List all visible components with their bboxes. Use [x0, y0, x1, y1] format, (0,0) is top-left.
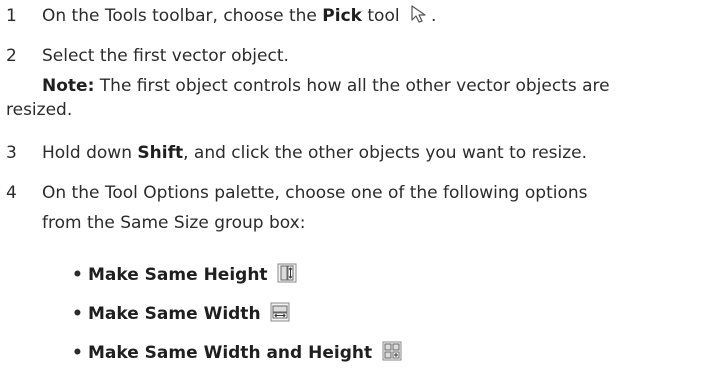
- same-width-height-icon: [382, 341, 402, 369]
- step-text-post: tool: [361, 6, 400, 26]
- bullet: •: [72, 304, 83, 324]
- step-text-line-1: On the Tool Options palette, choose one …: [42, 183, 588, 203]
- note-line-1: Note: The first object controls how all …: [42, 73, 702, 99]
- note-label: Note:: [42, 76, 95, 96]
- step-text-line-2: from the Same Size group box:: [42, 213, 306, 233]
- option-label: Make Same Width: [88, 304, 261, 324]
- option-make-same-height: • Make Same Height: [72, 262, 297, 291]
- same-height-icon: [277, 263, 297, 291]
- same-width-icon: [270, 302, 290, 330]
- option-make-same-width-and-height: • Make Same Width and Height: [72, 340, 402, 369]
- bullet: •: [72, 343, 83, 363]
- step-text-pre: Hold down: [42, 143, 138, 163]
- note-text-2: resized.: [6, 100, 73, 120]
- step-text: Hold down Shift, and click the other obj…: [42, 140, 702, 166]
- step-text: On the Tool Options palette, choose one …: [42, 180, 702, 236]
- note-block: Note: The first object controls how all …: [42, 73, 702, 99]
- step-text-pre: On the Tools toolbar, choose the: [42, 6, 323, 26]
- option-label: Make Same Width and Height: [88, 343, 373, 363]
- step-text-post: , and click the other objects you want t…: [183, 143, 588, 163]
- step-number: 2: [6, 46, 17, 66]
- shift-label: Shift: [137, 143, 184, 163]
- step-number: 4: [6, 183, 17, 203]
- option-make-same-width: • Make Same Width: [72, 301, 290, 330]
- step-text: Select the first vector object.: [42, 46, 289, 66]
- pick-arrow-icon: [409, 4, 431, 32]
- step-text-end: .: [430, 6, 437, 26]
- step-number: 3: [6, 143, 17, 163]
- bullet: •: [72, 265, 83, 285]
- pick-label: Pick: [322, 6, 362, 26]
- step-text: On the Tools toolbar, choose the Pick to…: [42, 3, 702, 32]
- option-label: Make Same Height: [88, 265, 268, 285]
- procedure-document: 1 On the Tools toolbar, choose the Pick …: [0, 0, 714, 381]
- step-number: 1: [6, 6, 17, 26]
- note-text-1: The first object controls how all the ot…: [94, 76, 610, 96]
